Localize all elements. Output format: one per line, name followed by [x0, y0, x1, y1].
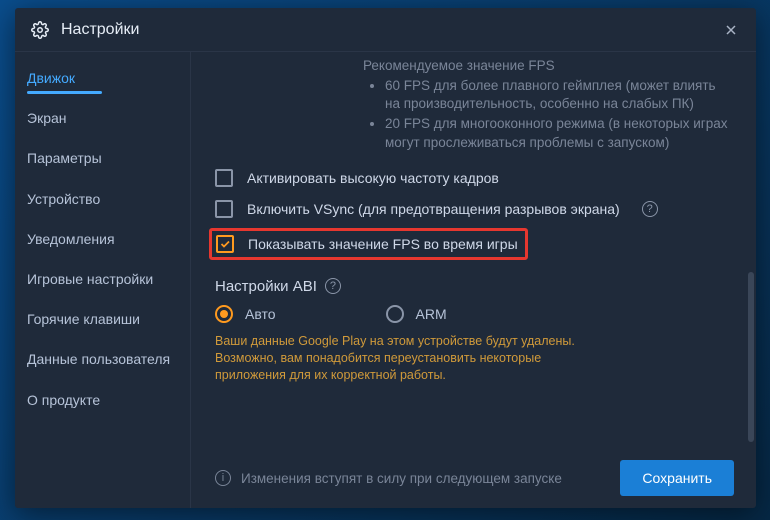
- sidebar-item-game-settings[interactable]: Игровые настройки: [15, 259, 190, 299]
- sidebar-item-preferences[interactable]: Параметры: [15, 138, 190, 178]
- fps-bullet: 20 FPS для многооконного режима (в некот…: [385, 115, 734, 151]
- restart-notice: Изменения вступят в силу при следующем з…: [241, 471, 562, 486]
- sidebar-item-about[interactable]: О продукте: [15, 380, 190, 420]
- close-button[interactable]: [722, 21, 740, 39]
- high-fps-label: Активировать высокую частоту кадров: [247, 170, 499, 186]
- show-fps-row[interactable]: Показывать значение FPS во время игры: [209, 228, 528, 260]
- content-panel: Рекомендуемое значение FPS 60 FPS для бо…: [191, 52, 756, 508]
- fps-bullet: 60 FPS для более плавного геймплея (може…: [385, 77, 734, 113]
- show-fps-label: Показывать значение FPS во время игры: [248, 236, 518, 252]
- info-icon: i: [215, 470, 231, 486]
- help-icon[interactable]: ?: [642, 201, 658, 217]
- abi-warning: Ваши данные Google Play на этом устройст…: [215, 333, 575, 384]
- checkbox-icon: [216, 235, 234, 253]
- settings-modal: Настройки Движок Экран Параметры Устройс…: [15, 8, 756, 508]
- scrollbar-thumb[interactable]: [748, 272, 754, 442]
- abi-radio-arm[interactable]: ARM: [386, 305, 447, 323]
- sidebar-item-device[interactable]: Устройство: [15, 179, 190, 219]
- sidebar: Движок Экран Параметры Устройство Уведом…: [15, 52, 191, 508]
- high-fps-row[interactable]: Активировать высокую частоту кадров: [215, 166, 734, 190]
- abi-section-title: Настройки ABI ?: [215, 278, 734, 295]
- radio-icon: [386, 305, 404, 323]
- checkbox-icon: [215, 169, 233, 187]
- footer: i Изменения вступят в силу при следующем…: [215, 460, 734, 496]
- radio-label: Авто: [245, 306, 276, 322]
- modal-header: Настройки: [15, 8, 756, 52]
- vsync-row[interactable]: Включить VSync (для предотвращения разры…: [215, 197, 734, 221]
- fps-recommend-title: Рекомендуемое значение FPS: [363, 58, 734, 73]
- checkbox-icon: [215, 200, 233, 218]
- modal-title: Настройки: [61, 21, 139, 39]
- abi-radio-auto[interactable]: Авто: [215, 305, 276, 323]
- sidebar-item-display[interactable]: Экран: [15, 98, 190, 138]
- abi-radio-group: Авто ARM: [215, 305, 734, 323]
- sidebar-item-shortcuts[interactable]: Горячие клавиши: [15, 299, 190, 339]
- sidebar-item-user-data[interactable]: Данные пользователя: [15, 339, 190, 379]
- fps-recommend-list: 60 FPS для более плавного геймплея (може…: [385, 77, 734, 152]
- sidebar-item-notifications[interactable]: Уведомления: [15, 219, 190, 259]
- radio-icon: [215, 305, 233, 323]
- abi-title-text: Настройки ABI: [215, 278, 317, 295]
- sidebar-item-engine[interactable]: Движок: [15, 58, 190, 98]
- vsync-label: Включить VSync (для предотвращения разры…: [247, 201, 620, 217]
- help-icon[interactable]: ?: [325, 278, 341, 294]
- radio-label: ARM: [416, 306, 447, 322]
- save-button[interactable]: Сохранить: [620, 460, 734, 496]
- gear-icon: [31, 21, 49, 39]
